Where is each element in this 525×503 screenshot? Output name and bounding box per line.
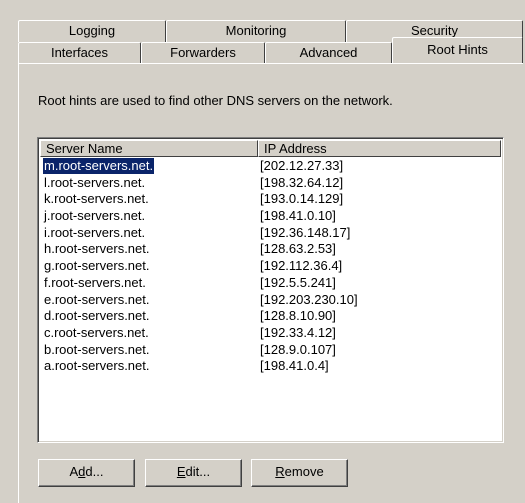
server-name-cell: i.root-servers.net. [44, 224, 146, 240]
tab-root-hints[interactable]: Root Hints [392, 37, 523, 63]
server-name-cell: d.root-servers.net. [44, 308, 150, 324]
tab-forwarders[interactable]: Forwarders [141, 42, 265, 64]
ip-address-cell: [128.8.10.90] [260, 308, 336, 324]
ip-address-cell: [128.9.0.107] [260, 341, 336, 357]
server-name-cell: b.root-servers.net. [44, 341, 150, 357]
remove-button[interactable]: Remove [251, 459, 348, 487]
ip-address-cell: [192.36.148.17] [260, 224, 351, 240]
tab-monitoring[interactable]: Monitoring [166, 20, 346, 42]
server-name-cell: a.root-servers.net. [44, 358, 150, 374]
list-header: Server Name IP Address [40, 140, 501, 157]
list-rows: m.root-servers.net. [202.12.27.33] l.root-… [40, 157, 501, 375]
list-item[interactable]: l.root-servers.net. [198.32.64.12] [40, 175, 501, 192]
ip-address-cell: [192.112.36.4] [260, 258, 343, 274]
ip-address-cell: [192.203.230.10] [260, 291, 358, 307]
list-item[interactable]: a.root-servers.net. [198.41.0.4] [40, 358, 501, 375]
tab-interfaces[interactable]: Interfaces [18, 42, 141, 64]
ip-address-cell: [192.5.5.241] [260, 274, 336, 290]
list-item[interactable]: b.root-servers.net. [128.9.0.107] [40, 342, 501, 359]
root-hints-list[interactable]: Server Name IP Address m.root-servers.ne… [37, 137, 504, 443]
list-item[interactable]: h.root-servers.net. [128.63.2.53] [40, 241, 501, 258]
ip-address-cell: [193.0.14.129] [260, 191, 344, 207]
server-name-cell: c.root-servers.net. [44, 324, 149, 340]
column-header-ip-address[interactable]: IP Address [258, 140, 501, 157]
list-item[interactable]: f.root-servers.net. [192.5.5.241] [40, 275, 501, 292]
server-name-cell: f.root-servers.net. [44, 274, 146, 290]
list-item[interactable]: k.root-servers.net. [193.0.14.129] [40, 191, 501, 208]
server-name-cell: g.root-servers.net. [44, 258, 150, 274]
ip-address-cell: [198.41.0.4] [260, 358, 329, 374]
server-name-cell: l.root-servers.net. [44, 174, 146, 190]
server-name-cell: k.root-servers.net. [44, 191, 149, 207]
tab-logging[interactable]: Logging [18, 20, 166, 42]
list-item[interactable]: g.root-servers.net. [192.112.36.4] [40, 258, 501, 275]
description-text: Root hints are used to find other DNS se… [38, 93, 393, 108]
ip-address-cell: [192.33.4.12] [260, 324, 336, 340]
list-item[interactable]: j.root-servers.net. [198.41.0.10] [40, 208, 501, 225]
list-item[interactable]: i.root-servers.net. [192.36.148.17] [40, 225, 501, 242]
add-button[interactable]: Add... [38, 459, 135, 487]
ip-address-cell: [198.32.64.12] [260, 174, 344, 190]
list-item[interactable]: e.root-servers.net. [192.203.230.10] [40, 292, 501, 309]
tab-row-front: Interfaces Forwarders Advanced Root Hint… [18, 37, 523, 64]
list-item[interactable]: m.root-servers.net. [202.12.27.33] [40, 157, 501, 175]
server-name-cell: h.root-servers.net. [44, 241, 150, 257]
edit-button[interactable]: Edit... [145, 459, 242, 487]
ip-address-cell: [128.63.2.53] [260, 241, 336, 257]
server-name-cell: j.root-servers.net. [44, 208, 146, 224]
column-header-server-name[interactable]: Server Name [40, 140, 258, 157]
server-name-cell: e.root-servers.net. [44, 291, 150, 307]
server-name-cell: m.root-servers.net. [41, 157, 156, 175]
list-item[interactable]: c.root-servers.net. [192.33.4.12] [40, 325, 501, 342]
list-item[interactable]: d.root-servers.net. [128.8.10.90] [40, 308, 501, 325]
ip-address-cell: [198.41.0.10] [260, 208, 336, 224]
tab-advanced[interactable]: Advanced [265, 42, 392, 64]
ip-address-cell: [202.12.27.33] [260, 158, 344, 173]
